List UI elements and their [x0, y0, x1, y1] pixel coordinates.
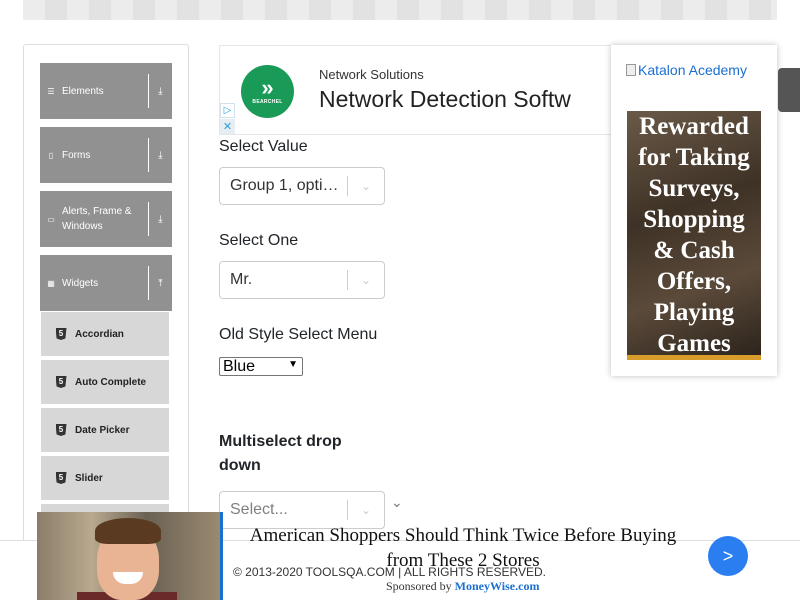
sidebar-item-label: Accordian — [75, 328, 124, 340]
group-forms[interactable]: ▯ Forms ⤓ — [40, 127, 172, 183]
group-label: Alerts, Frame & Windows — [62, 206, 132, 232]
chevron-down-icon[interactable]: ⌄ — [348, 503, 384, 517]
sidebar-item-accordian[interactable]: 5 Accordian — [41, 312, 169, 358]
html5-icon: 5 — [55, 328, 67, 340]
promo-line: & Cash — [653, 237, 735, 264]
promo-line: Games — [657, 330, 731, 357]
sidebar-item-auto-complete[interactable]: 5 Auto Complete — [41, 360, 169, 406]
broken-image-link[interactable]: Katalon Acedemy — [626, 62, 747, 78]
ad-alt-text: Katalon Acedemy — [638, 62, 747, 78]
sponsored-prefix: Sponsored by — [386, 579, 452, 593]
form-icon: ▯ — [48, 150, 54, 160]
chevron-down-icon: ⌄ — [391, 494, 403, 510]
sidebar-item-slider[interactable]: 5 Slider — [41, 456, 169, 502]
html5-icon: 5 — [55, 376, 67, 388]
ad-logo: » BEARCHEL — [241, 65, 294, 118]
group-elements[interactable]: ☰ Elements ⤓ — [40, 63, 172, 119]
upload-arrow-icon[interactable]: ⤒ — [148, 266, 172, 300]
select-value-dropdown[interactable]: Group 1, option 1 ⌄ — [219, 167, 385, 205]
promo-line: Playing — [653, 299, 735, 326]
side-tab[interactable] — [778, 68, 800, 112]
ad-close-icon[interactable]: ✕ — [220, 119, 235, 134]
list-icon: ☰ — [47, 86, 55, 96]
promo-line: Surveys, — [648, 175, 740, 202]
multiselect-placeholder: Select... — [230, 501, 288, 518]
right-ad[interactable]: Katalon Acedemy Rewarded for Taking Surv… — [611, 45, 777, 376]
sidebar-item-label: Date Picker — [75, 424, 130, 436]
multiselect-label-line1: Multiselect drop — [219, 433, 342, 450]
multiselect-label: Multiselect drop down — [219, 430, 342, 478]
ad-logo-text: BEARCHEL — [252, 98, 283, 105]
promo-line: Rewarded — [639, 113, 749, 140]
chevron-logo-icon: » — [261, 74, 274, 100]
select-one-dropdown[interactable]: Mr. ⌄ — [219, 261, 385, 299]
sidebar-item-date-picker[interactable]: 5 Date Picker — [41, 408, 169, 454]
sponsor-link[interactable]: MoneyWise.com — [455, 579, 540, 593]
html5-icon: 5 — [55, 424, 67, 436]
group-alerts-frame-windows[interactable]: ▭ Alerts, Frame & Windows ⤓ — [40, 191, 172, 247]
group-label: Elements — [62, 85, 104, 97]
download-arrow-icon[interactable]: ⤓ — [148, 74, 172, 108]
chevron-down-icon[interactable]: ⌄ — [348, 273, 384, 287]
download-arrow-icon[interactable]: ⤓ — [148, 138, 172, 172]
multiselect-label-line2: down — [219, 457, 261, 474]
promo-line: for Taking — [638, 144, 750, 171]
ad-brand: Network Solutions — [319, 67, 424, 82]
download-arrow-icon[interactable]: ⤓ — [148, 202, 172, 236]
sidebar-item-label: Auto Complete — [75, 376, 147, 388]
group-label: Widgets — [62, 277, 99, 289]
chevron-down-icon: ▼ — [288, 359, 298, 370]
grid-icon: ▦ — [47, 278, 55, 288]
broken-image-icon — [626, 64, 636, 76]
chevron-down-icon[interactable]: ⌄ — [348, 179, 384, 193]
bottom-ad-headline[interactable]: American Shoppers Should Think Twice Bef… — [236, 523, 690, 573]
bottom-ad-image[interactable] — [37, 512, 223, 600]
select-value-label: Select Value — [219, 138, 308, 155]
old-style-select[interactable]: Blue ▼ — [219, 357, 303, 376]
next-ad-button[interactable]: > — [708, 536, 748, 576]
sponsored-by: Sponsored by MoneyWise.com — [386, 579, 539, 594]
old-style-value: Blue — [223, 357, 256, 375]
select-one-label: Select One — [219, 232, 299, 249]
ad-photo-hair — [95, 518, 161, 544]
html5-icon: 5 — [55, 472, 67, 484]
group-label: Forms — [62, 149, 91, 161]
ad-headline: Network Detection Softw — [319, 86, 571, 112]
window-icon: ▭ — [47, 214, 55, 224]
group-widgets[interactable]: ▦ Widgets ⤒ — [40, 255, 172, 311]
top-banner-ad — [23, 0, 777, 20]
promo-line: Offers, — [656, 268, 732, 295]
ad-promo-panel[interactable]: Rewarded for Taking Surveys, Shopping & … — [627, 111, 761, 360]
promo-line: Shopping — [643, 206, 745, 233]
sidebar-item-label: Slider — [75, 472, 103, 484]
ad-choices-icon[interactable]: ▷ — [220, 103, 235, 118]
select-value-value: Group 1, option 1 — [230, 177, 347, 194]
top-ad[interactable]: » BEARCHEL Network Solutions Network Det… — [219, 45, 639, 135]
old-style-label: Old Style Select Menu — [219, 326, 378, 343]
select-one-value: Mr. — [230, 271, 253, 288]
